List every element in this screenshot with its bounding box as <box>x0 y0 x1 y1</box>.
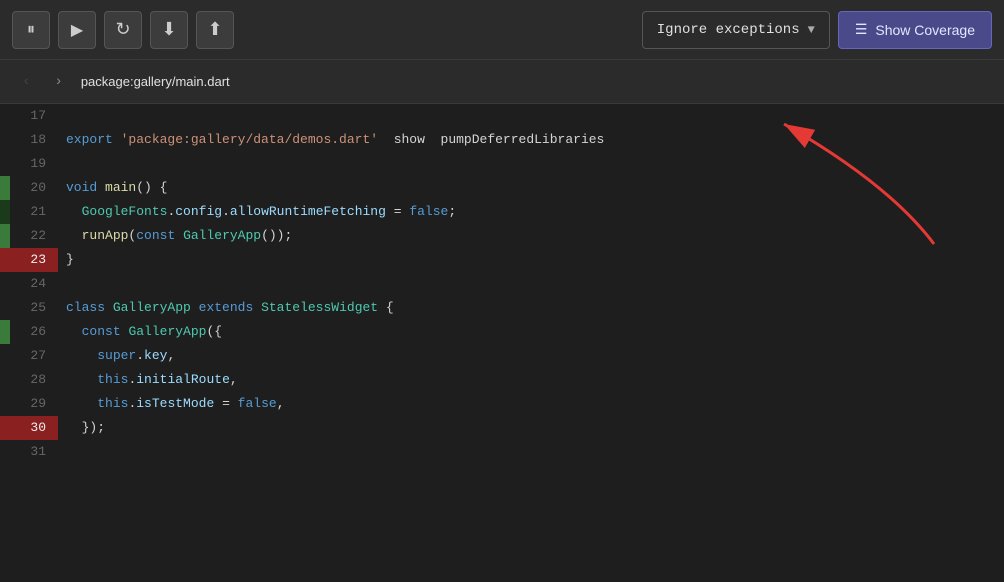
code-content <box>58 104 66 128</box>
coverage-indicator <box>0 368 10 392</box>
code-editor: 17 18 export 'package:gallery/data/demos… <box>0 104 1004 582</box>
line-number: 22 <box>10 224 58 248</box>
code-content: void main() { <box>58 176 167 200</box>
table-row: 24 <box>0 272 1004 296</box>
line-number: 26 <box>10 320 58 344</box>
table-row: 27 super.key, <box>0 344 1004 368</box>
file-nav-bar: ‹ › package:gallery/main.dart <box>0 60 1004 104</box>
table-row: 26 const GalleryApp({ <box>0 320 1004 344</box>
back-arrow-button[interactable]: ‹ <box>16 70 36 94</box>
table-row: 28 this.initialRoute, <box>0 368 1004 392</box>
table-row: 19 <box>0 152 1004 176</box>
line-number: 20 <box>10 176 58 200</box>
code-content: this.isTestMode = false, <box>58 392 285 416</box>
coverage-indicator <box>0 104 10 128</box>
code-content <box>58 440 66 464</box>
chevron-down-icon: ▼ <box>808 23 815 37</box>
code-content: } <box>58 248 74 272</box>
table-row: 22 runApp(const GalleryApp()); <box>0 224 1004 248</box>
coverage-indicator <box>0 128 10 152</box>
step-out-button[interactable]: ⬆ <box>196 11 234 49</box>
coverage-indicator <box>0 416 10 440</box>
table-row: 20 void main() { <box>0 176 1004 200</box>
code-content: GoogleFonts.config.allowRuntimeFetching … <box>58 200 456 224</box>
exception-value: Ignore exceptions <box>657 22 800 38</box>
line-number: 25 <box>10 296 58 320</box>
code-content: }); <box>58 416 105 440</box>
table-row: 23 } <box>0 248 1004 272</box>
forward-arrow-button[interactable]: › <box>48 70 68 94</box>
pause-icon: ⏸ <box>27 21 35 39</box>
coverage-indicator <box>0 176 10 200</box>
line-number: 30 <box>10 416 58 440</box>
line-number: 19 <box>10 152 58 176</box>
exception-dropdown[interactable]: Ignore exceptions ▼ <box>642 11 830 49</box>
coverage-indicator <box>0 272 10 296</box>
coverage-indicator <box>0 320 10 344</box>
step-over-icon: ↻ <box>115 19 130 40</box>
table-row: 30 }); <box>0 416 1004 440</box>
coverage-indicator <box>0 200 10 224</box>
step-over-button[interactable]: ↻ <box>104 11 142 49</box>
file-path-label: package:gallery/main.dart <box>81 74 230 89</box>
coverage-indicator <box>0 224 10 248</box>
code-content: runApp(const GalleryApp()); <box>58 224 292 248</box>
code-content: const GalleryApp({ <box>58 320 222 344</box>
code-content: class GalleryApp extends StatelessWidget… <box>58 296 394 320</box>
table-row: 21 GoogleFonts.config.allowRuntimeFetchi… <box>0 200 1004 224</box>
show-coverage-label: Show Coverage <box>875 22 975 38</box>
coverage-indicator <box>0 248 10 272</box>
code-content <box>58 272 66 296</box>
step-into-button[interactable]: ⬇ <box>150 11 188 49</box>
line-number: 27 <box>10 344 58 368</box>
coverage-indicator <box>0 440 10 464</box>
play-icon: ▶ <box>71 20 83 40</box>
pause-button[interactable]: ⏸ <box>12 11 50 49</box>
code-content: this.initialRoute, <box>58 368 238 392</box>
code-content: super.key, <box>58 344 175 368</box>
table-row: 18 export 'package:gallery/data/demos.da… <box>0 128 1004 152</box>
line-number: 17 <box>10 104 58 128</box>
step-out-icon: ⬆ <box>207 19 222 40</box>
line-number: 18 <box>10 128 58 152</box>
code-content: export 'package:gallery/data/demos.dart'… <box>58 128 604 152</box>
coverage-indicator <box>0 152 10 176</box>
table-row: 25 class GalleryApp extends StatelessWid… <box>0 296 1004 320</box>
line-number: 31 <box>10 440 58 464</box>
line-number: 29 <box>10 392 58 416</box>
coverage-indicator <box>0 392 10 416</box>
table-row: 29 this.isTestMode = false, <box>0 392 1004 416</box>
line-number: 23 <box>10 248 58 272</box>
coverage-indicator <box>0 296 10 320</box>
show-coverage-button[interactable]: ☰ Show Coverage <box>838 11 992 49</box>
line-number: 21 <box>10 200 58 224</box>
table-row: 17 <box>0 104 1004 128</box>
line-number: 28 <box>10 368 58 392</box>
toolbar: ⏸ ▶ ↻ ⬇ ⬆ Ignore exceptions ▼ ☰ Show Cov… <box>0 0 1004 60</box>
step-into-icon: ⬇ <box>161 19 176 40</box>
line-number: 24 <box>10 272 58 296</box>
code-content <box>58 152 66 176</box>
table-row: 31 <box>0 440 1004 464</box>
coverage-lines-icon: ☰ <box>855 21 868 38</box>
resume-button[interactable]: ▶ <box>58 11 96 49</box>
coverage-indicator <box>0 344 10 368</box>
